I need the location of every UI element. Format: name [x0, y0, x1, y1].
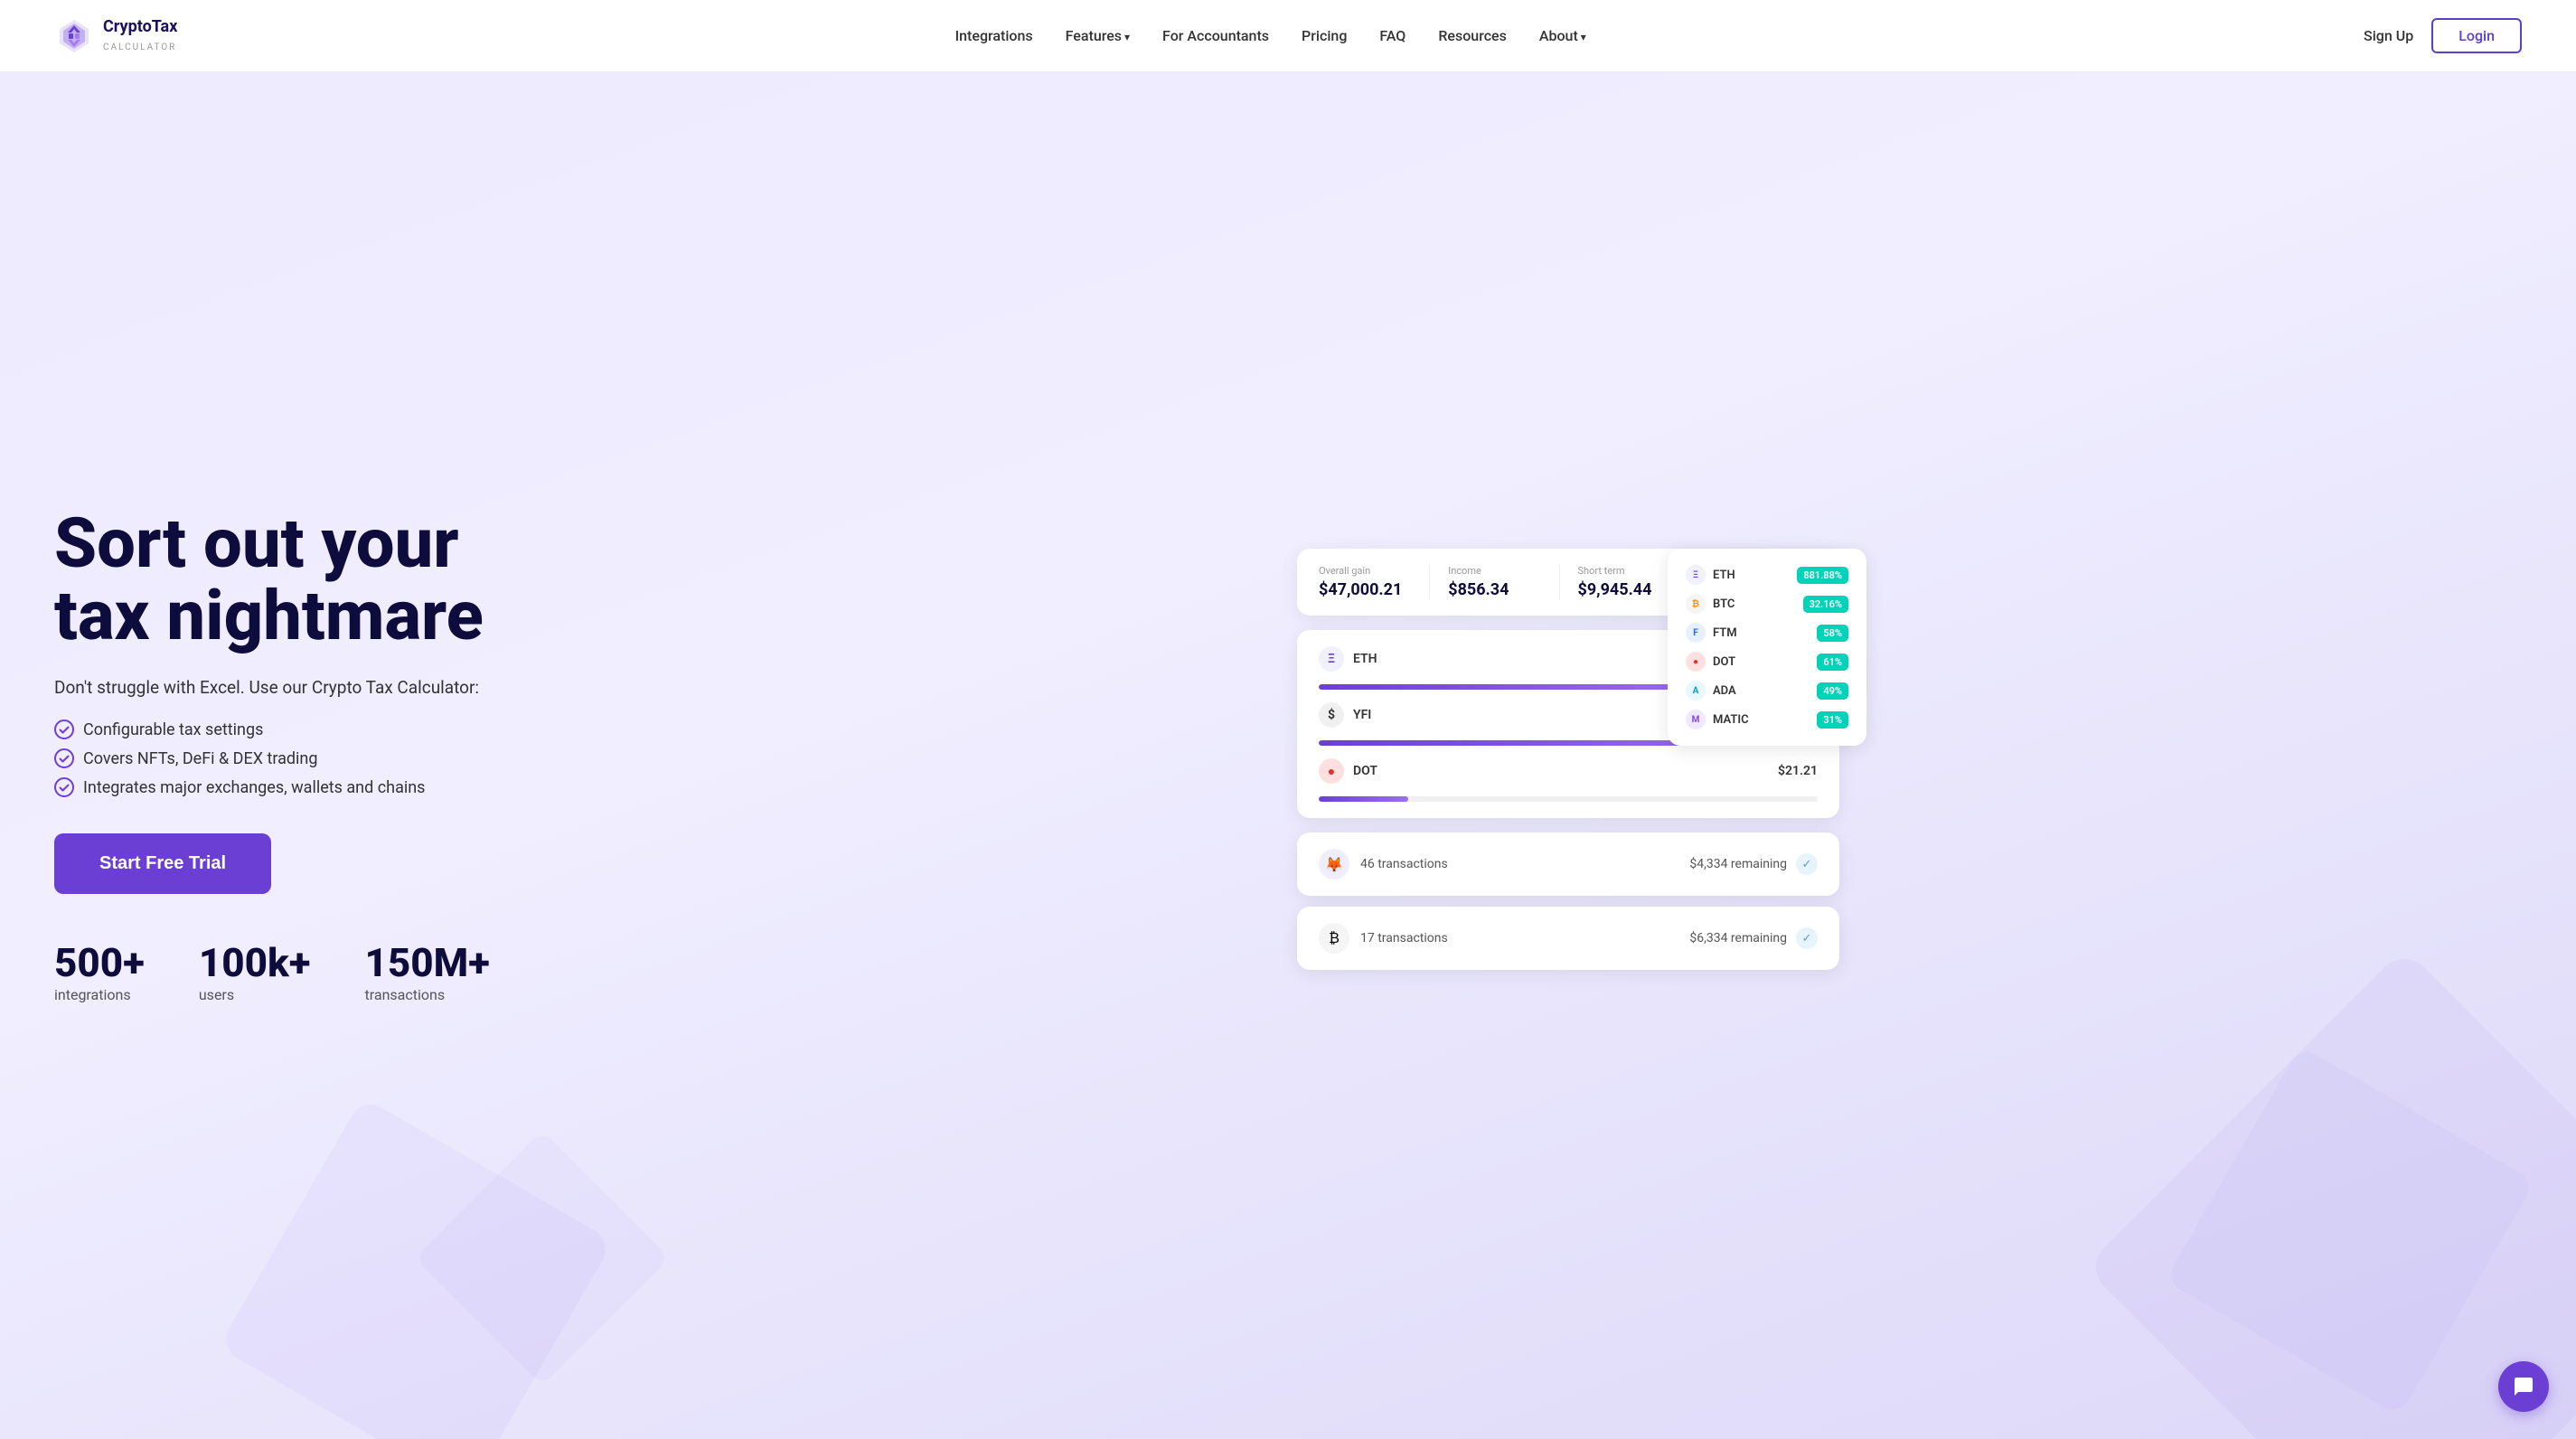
float-eth: Ξ ETH 881.88%	[1686, 565, 1848, 585]
float-ftm: F FTM 58%	[1686, 623, 1848, 643]
hero-title: Sort out your tax nightmare	[54, 508, 615, 653]
stats-income-value: $856.34	[1448, 580, 1540, 599]
feature-2: Covers NFTs, DeFi & DEX trading	[54, 748, 615, 768]
nav-accountants[interactable]: For Accountants	[1162, 27, 1269, 44]
stat-transactions: 150M+ transactions	[365, 939, 490, 1003]
float-eth-name: ETH	[1713, 569, 1735, 582]
stat-users-label: users	[199, 986, 311, 1003]
signup-link[interactable]: Sign Up	[2364, 27, 2413, 44]
dashboard-mockup: Overall gain $47,000.21 Income $856.34 S…	[1297, 549, 1839, 981]
float-btc: ₿ BTC 32.16%	[1686, 594, 1848, 614]
stat-integrations: 500+ integrations	[54, 939, 145, 1003]
nav-features[interactable]: Features	[1066, 27, 1130, 44]
float-dot-name: DOT	[1713, 655, 1735, 669]
stat-transactions-label: transactions	[365, 986, 490, 1003]
float-eth-badge: 881.88%	[1797, 567, 1848, 584]
float-eth-icon: Ξ	[1686, 565, 1706, 585]
nav-links: Integrations Features For Accountants Pr…	[955, 27, 1586, 44]
stats-short-label: Short term	[1578, 565, 1670, 577]
tx-remaining-2: $6,334 remaining	[1689, 931, 1787, 945]
stat-integrations-label: integrations	[54, 986, 145, 1003]
nav-about[interactable]: About	[1539, 27, 1586, 44]
stat-users: 100k+ users	[199, 939, 311, 1003]
check-icon-3	[54, 777, 74, 797]
float-matic-name: MATIC	[1713, 713, 1749, 727]
stat-transactions-number: 150M+	[365, 939, 490, 986]
tx-label-2: 17 transactions	[1360, 931, 1448, 945]
chat-bubble[interactable]	[2498, 1361, 2549, 1412]
logo[interactable]: CryptoTax CALCULATOR	[54, 16, 177, 56]
floating-gains-card: Ξ ETH 881.88% ₿ BTC 32.16% F FTM	[1668, 549, 1866, 746]
dot-progress	[1319, 796, 1818, 802]
yfi-name: YFI	[1353, 708, 1371, 722]
eth-name: ETH	[1353, 652, 1377, 666]
eth-icon: Ξ	[1319, 646, 1344, 672]
stats-short-value: $9,945.44	[1578, 580, 1670, 599]
nav-actions: Sign Up Login	[2364, 18, 2522, 53]
tx-icon-2: ₿	[1319, 923, 1349, 954]
dot-value: $21.21	[1778, 764, 1818, 778]
stat-integrations-number: 500+	[54, 939, 145, 986]
nav-faq[interactable]: FAQ	[1379, 27, 1406, 44]
float-btc-icon: ₿	[1686, 594, 1706, 614]
float-dot-icon: ●	[1686, 652, 1706, 672]
float-ftm-icon: F	[1686, 623, 1706, 643]
stats-income: Income $856.34	[1448, 565, 1559, 599]
stats-overall-gain: Overall gain $47,000.21	[1319, 565, 1430, 599]
feature-3: Integrates major exchanges, wallets and …	[54, 777, 615, 797]
hero-features: Configurable tax settings Covers NFTs, D…	[54, 720, 615, 797]
stats-overall-label: Overall gain	[1319, 565, 1411, 577]
tx-label-1: 46 transactions	[1360, 857, 1448, 871]
float-matic-icon: M	[1686, 710, 1706, 729]
tx-check-1: ✓	[1796, 853, 1818, 875]
hero-stats: 500+ integrations 100k+ users 150M+ tran…	[54, 939, 615, 1003]
chat-icon	[2513, 1376, 2534, 1397]
float-dot: ● DOT 61%	[1686, 652, 1848, 672]
feature-1: Configurable tax settings	[54, 720, 615, 739]
nav-integrations[interactable]: Integrations	[955, 27, 1033, 44]
check-icon-1	[54, 720, 74, 739]
nav-pricing[interactable]: Pricing	[1302, 27, 1347, 44]
yfi-icon: $	[1319, 702, 1344, 728]
float-dot-badge: 61%	[1817, 654, 1848, 671]
tx-card-2: ₿ 17 transactions $6,334 remaining ✓	[1297, 907, 1839, 970]
nav-resources[interactable]: Resources	[1438, 27, 1507, 44]
navbar: CryptoTax CALCULATOR Integrations Featur…	[0, 0, 2576, 72]
hero-section: Sort out your tax nightmare Don't strugg…	[0, 72, 2576, 1439]
stats-overall-value: $47,000.21	[1319, 580, 1411, 599]
float-ftm-name: FTM	[1713, 626, 1737, 640]
hero-subtitle: Don't struggle with Excel. Use our Crypt…	[54, 677, 615, 698]
tx-card-1: 🦊 46 transactions $4,334 remaining ✓	[1297, 832, 1839, 896]
float-ada: A ADA 49%	[1686, 681, 1848, 701]
float-ada-name: ADA	[1713, 684, 1736, 698]
float-ftm-badge: 58%	[1817, 625, 1848, 642]
hero-right: Overall gain $47,000.21 Income $856.34 S…	[615, 531, 2522, 981]
float-btc-badge: 32.16%	[1803, 596, 1848, 613]
tx-remaining-1: $4,334 remaining	[1689, 857, 1787, 871]
login-button[interactable]: Login	[2431, 18, 2522, 53]
holding-dot: ● DOT $21.21	[1319, 758, 1818, 784]
stat-users-number: 100k+	[199, 939, 311, 986]
tx-icon-1: 🦊	[1319, 849, 1349, 879]
dot-icon: ●	[1319, 758, 1344, 784]
float-btc-name: BTC	[1713, 597, 1735, 611]
logo-icon	[54, 16, 94, 56]
tx-check-2: ✓	[1796, 927, 1818, 949]
float-ada-icon: A	[1686, 681, 1706, 701]
logo-sub: CALCULATOR	[103, 42, 176, 52]
hero-left: Sort out your tax nightmare Don't strugg…	[54, 508, 615, 1004]
check-icon-2	[54, 748, 74, 768]
float-matic: M MATIC 31%	[1686, 710, 1848, 729]
stats-income-label: Income	[1448, 565, 1540, 577]
logo-brand-name: CryptoTax	[103, 18, 177, 36]
cta-button[interactable]: Start Free Trial	[54, 833, 271, 894]
bg-decoration-1	[218, 1096, 613, 1439]
dot-name: DOT	[1353, 764, 1377, 778]
float-matic-badge: 31%	[1817, 711, 1848, 729]
float-ada-badge: 49%	[1817, 682, 1848, 700]
bg-decoration-2	[415, 1131, 671, 1387]
